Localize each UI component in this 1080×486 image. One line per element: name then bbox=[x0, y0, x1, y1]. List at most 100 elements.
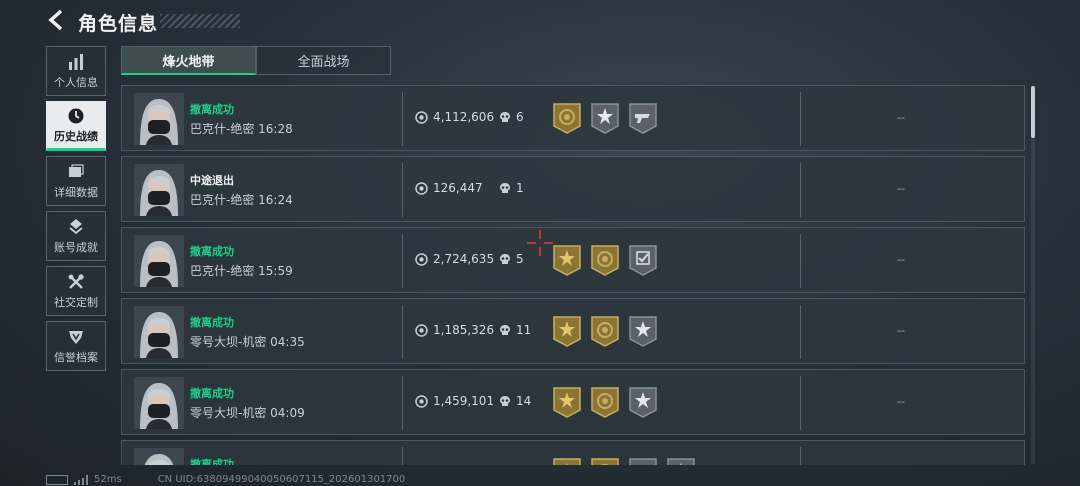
match-status: 撤离成功 bbox=[190, 245, 234, 258]
tools-icon bbox=[68, 273, 84, 289]
sidebar-item-history[interactable]: 历史战绩 bbox=[46, 101, 106, 151]
row-divider bbox=[800, 376, 801, 430]
header-bar: 角色信息 bbox=[0, 0, 1080, 42]
result-placeholder: -- bbox=[897, 111, 905, 124]
coin-icon bbox=[415, 110, 428, 124]
operator-avatar bbox=[134, 93, 184, 145]
skull-icon bbox=[500, 112, 510, 122]
row-divider bbox=[402, 163, 403, 217]
gold-star-badge-icon[interactable] bbox=[552, 457, 582, 465]
badge-group bbox=[552, 457, 704, 465]
row-divider bbox=[800, 234, 801, 288]
coin-icon bbox=[415, 394, 428, 408]
money-text: 1,185,326 bbox=[433, 323, 495, 337]
result-placeholder: -- bbox=[897, 324, 905, 337]
gray-gun-badge-icon[interactable] bbox=[628, 457, 658, 465]
result-placeholder: -- bbox=[897, 395, 905, 408]
result-placeholder: -- bbox=[897, 182, 905, 195]
gold-target-badge-icon[interactable] bbox=[552, 102, 582, 134]
coin-icon bbox=[415, 323, 428, 337]
gold-star-badge-icon[interactable] bbox=[552, 315, 582, 347]
match-row[interactable]: 撤离成功零号大坝-机密 04:09 1,459,101 14 -- bbox=[121, 369, 1025, 435]
operator-avatar bbox=[134, 306, 184, 358]
row-divider bbox=[800, 163, 801, 217]
kill-text: 1 bbox=[516, 181, 524, 195]
signal-icon bbox=[74, 474, 88, 485]
scrollbar-track[interactable] bbox=[1031, 86, 1035, 464]
gold-star-badge-icon[interactable] bbox=[552, 244, 582, 276]
match-row[interactable]: 中途退出 巴克什-绝密 16:24 126,447 1 -- bbox=[121, 156, 1025, 222]
mode-tabs: 烽火地带 全面战场 bbox=[121, 46, 391, 75]
gray-star-badge-icon[interactable] bbox=[590, 102, 620, 134]
match-row[interactable]: 撤离成功 巴克什-绝密 16:28 4,112,606 6 -- bbox=[121, 85, 1025, 151]
sidebar-item-label: 历史战绩 bbox=[54, 129, 98, 143]
gold-target-badge-icon[interactable] bbox=[590, 244, 620, 276]
scrollbar-thumb[interactable] bbox=[1031, 86, 1035, 138]
kill-count: 1 bbox=[499, 181, 524, 195]
money-value: 1,459,101 bbox=[415, 394, 494, 408]
gray-star-badge-icon[interactable] bbox=[666, 457, 696, 465]
sidebar-item-label: 账号成就 bbox=[54, 240, 98, 254]
shield-icon bbox=[69, 330, 83, 344]
tab-operations[interactable]: 烽火地带 bbox=[121, 46, 256, 75]
operator-avatar bbox=[134, 377, 184, 429]
row-divider bbox=[800, 305, 801, 359]
sidebar-item-credit[interactable]: 信誉档案 bbox=[46, 321, 106, 371]
match-row[interactable]: 撤离成功 bbox=[121, 440, 1025, 465]
bar-chart-icon bbox=[69, 53, 83, 70]
badge-group bbox=[552, 244, 666, 276]
crosshair-icon bbox=[527, 230, 553, 256]
page-title: 角色信息 bbox=[78, 13, 159, 35]
sidebar-item-label: 个人信息 bbox=[54, 75, 98, 89]
match-status: 中途退出 bbox=[190, 174, 234, 187]
badge-group bbox=[552, 102, 666, 134]
row-divider bbox=[402, 305, 403, 359]
match-history-list: 撤离成功 巴克什-绝密 16:28 4,112,606 6 -- 中途退出巴克什-… bbox=[121, 85, 1026, 465]
badge-group bbox=[552, 315, 666, 347]
coin-icon bbox=[415, 252, 428, 266]
gray-check-badge-icon[interactable] bbox=[628, 244, 658, 276]
kill-count: 5 bbox=[499, 252, 524, 266]
gold-target-badge-icon[interactable] bbox=[590, 386, 620, 418]
skull-icon bbox=[500, 183, 510, 193]
kill-text: 14 bbox=[516, 394, 532, 408]
match-status: 撤离成功 bbox=[190, 103, 234, 116]
gold-target-badge-icon[interactable] bbox=[590, 315, 620, 347]
gold-target-badge-icon[interactable] bbox=[590, 457, 620, 465]
row-divider bbox=[402, 92, 403, 146]
sidebar-item-profile[interactable]: 个人信息 bbox=[46, 46, 106, 96]
operator-avatar bbox=[134, 235, 184, 287]
gray-star-badge-icon[interactable] bbox=[628, 315, 658, 347]
operator-avatar bbox=[134, 164, 184, 216]
match-row[interactable]: 撤离成功 零号大坝-机密 04:35 1,185,326 11 -- bbox=[121, 298, 1025, 364]
gray-gun-badge-icon[interactable] bbox=[628, 102, 658, 134]
sidebar: 个人信息 历史战绩 详细数据 账号成就 社交定制 信誉档案 bbox=[46, 46, 108, 376]
gray-star-badge-icon[interactable] bbox=[628, 386, 658, 418]
money-text: 4,112,606 bbox=[433, 110, 495, 124]
tab-warfare[interactable]: 全面战场 bbox=[256, 46, 391, 75]
back-arrow-icon[interactable] bbox=[46, 9, 68, 31]
row-divider bbox=[402, 234, 403, 288]
kill-count: 14 bbox=[499, 394, 531, 408]
kill-count: 6 bbox=[499, 110, 524, 124]
achievement-icon bbox=[69, 218, 83, 234]
sidebar-item-achievements[interactable]: 账号成就 bbox=[46, 211, 106, 261]
sidebar-item-label: 详细数据 bbox=[54, 185, 98, 199]
row-divider bbox=[402, 376, 403, 430]
match-row[interactable]: 撤离成功 巴克什-绝密 15:59 2,724,635 5 -- bbox=[121, 227, 1025, 293]
row-divider bbox=[800, 92, 801, 146]
status-footer: 52ms CN UID:638094990400506071​15_202601… bbox=[46, 474, 405, 485]
row-divider bbox=[402, 447, 403, 465]
kill-count: 11 bbox=[499, 323, 531, 337]
match-map-time: 零号大坝-机密 04:35 bbox=[190, 335, 305, 349]
match-map-time: 零号大坝-机密 04:09 bbox=[190, 406, 305, 420]
sidebar-item-label: 社交定制 bbox=[54, 295, 98, 309]
kill-text: 5 bbox=[516, 252, 524, 266]
row-divider bbox=[800, 447, 801, 465]
sidebar-item-social[interactable]: 社交定制 bbox=[46, 266, 106, 316]
match-map-time: 巴克什-绝密 16:24 bbox=[190, 193, 293, 207]
match-status: 撤离成功 bbox=[190, 387, 234, 400]
skull-icon bbox=[500, 396, 510, 406]
sidebar-item-details[interactable]: 详细数据 bbox=[46, 156, 106, 206]
gold-star-badge-icon[interactable] bbox=[552, 386, 582, 418]
